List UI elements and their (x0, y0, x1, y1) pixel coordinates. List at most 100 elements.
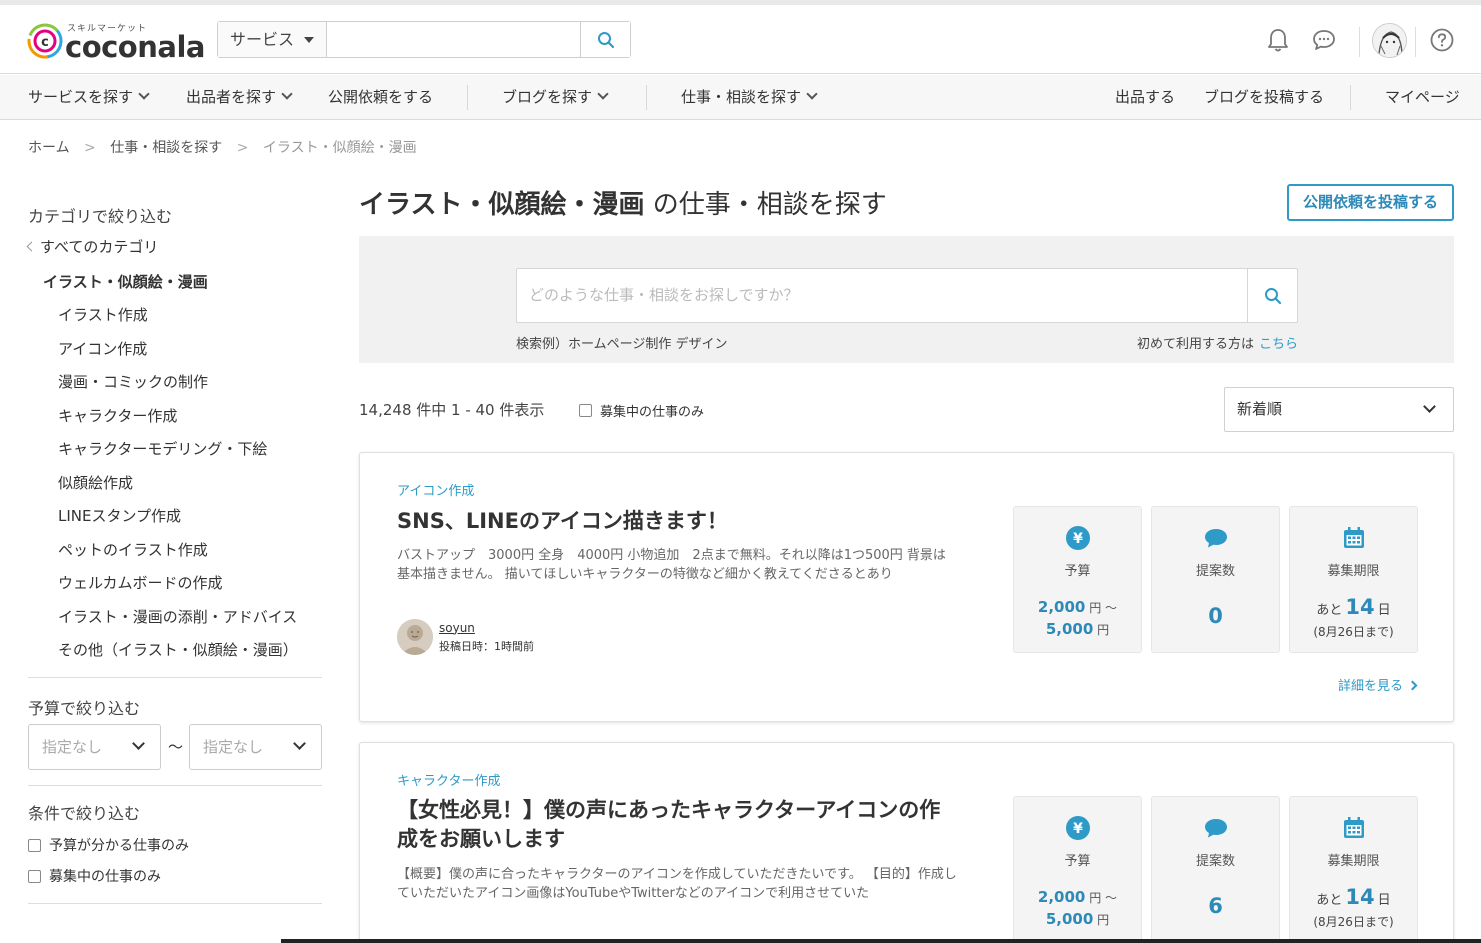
first-time-link[interactable]: こちら (1259, 337, 1298, 352)
job-category-link[interactable]: キャラクター作成 (397, 770, 500, 789)
subcategory-link[interactable]: ウェルカムボードの作成 (58, 572, 223, 593)
budget-max-value: 指定なし (203, 738, 264, 756)
job-search-box (516, 268, 1298, 323)
sidebar-divider (28, 785, 322, 786)
deadline-date: (8月26日まで) (1313, 625, 1394, 639)
deadline-stat: 募集期限 あと 14 日 (8月26日まで) (1289, 796, 1418, 943)
header-divider (1415, 27, 1416, 57)
job-title[interactable]: 【女性必見！】僕の声にあったキャラクターアイコンの作成をお願いします (397, 796, 957, 854)
notifications-button[interactable] (1264, 26, 1292, 54)
budget-label: 予算 (1064, 564, 1091, 579)
messages-button[interactable] (1310, 26, 1338, 54)
job-search-panel: 検索例）ホームページ制作 デザイン 初めて利用する方はこちら (359, 236, 1454, 363)
budget-range: 2,000 円 〜 5,000 円 (1014, 887, 1141, 931)
proposals-count: 0 (1208, 604, 1223, 628)
job-card[interactable]: アイコン作成 SNS、LINEのアイコン描きます！ バストアップ 3000円 全… (359, 452, 1454, 722)
subcategory-link[interactable]: その他（イラスト・似顔絵・漫画） (58, 639, 298, 660)
search-category-label: サービス (230, 30, 295, 49)
budget-stat: ¥ 予算 2,000 円 〜 5,000 円 (1013, 506, 1142, 653)
header-search-button[interactable] (580, 22, 630, 57)
view-details-link[interactable]: 詳細を見る (1338, 675, 1418, 694)
nav-mypage[interactable]: マイページ (1385, 75, 1460, 120)
subcategory-link[interactable]: 漫画・コミックの制作 (58, 371, 208, 392)
all-categories-link[interactable]: すべてのカテゴリ (26, 236, 158, 257)
header-search-input[interactable] (328, 22, 580, 57)
nav-find-blogs[interactable]: ブログを探す (502, 75, 609, 120)
poster-avatar[interactable] (397, 619, 433, 655)
budget-max-select[interactable]: 指定なし (189, 724, 322, 770)
days-left-number: 14 (1345, 595, 1375, 619)
nav-public-request[interactable]: 公開依頼をする (328, 75, 433, 120)
yen-unit: 円 (1089, 601, 1102, 615)
proposals-label: 提案数 (1195, 564, 1235, 579)
chevron-left-icon (26, 241, 37, 252)
first-time-text: 初めて利用する方は (1136, 337, 1254, 352)
chat-bubble-icon (1313, 30, 1335, 50)
search-category-select[interactable]: サービス (218, 22, 327, 57)
nav-post-blog[interactable]: ブログを投稿する (1204, 75, 1324, 120)
posted-time: 投稿日時：1時間前 (439, 639, 534, 653)
poster-name[interactable]: soyun (439, 621, 534, 635)
subcategory-link[interactable]: イラスト・漫画の添削・アドバイス (58, 606, 297, 627)
chevron-down-icon (806, 88, 818, 100)
nav-find-jobs[interactable]: 仕事・相談を探す (681, 75, 818, 120)
budget-range: 2,000 円 〜 5,000 円 (1014, 597, 1141, 641)
coconala-logo[interactable]: c スキルマーケット coconala (27, 19, 205, 64)
post-request-button[interactable]: 公開依頼を投稿する (1287, 184, 1454, 221)
days-left-prefix: あと (1316, 603, 1343, 618)
job-search-button[interactable] (1247, 269, 1297, 322)
category-filter-heading: カテゴリで絞り込む (28, 207, 173, 226)
header-divider (1359, 27, 1360, 57)
checkbox[interactable] (579, 404, 592, 417)
chevron-down-icon (293, 737, 306, 750)
proposals-stat: 提案数 6 (1151, 796, 1280, 943)
help-question-icon (1430, 28, 1454, 52)
calendar-icon (1343, 817, 1364, 838)
page-title-category: イラスト・似顔絵・漫画 (359, 190, 645, 220)
budget-label: 予算 (1064, 854, 1091, 869)
current-category[interactable]: イラスト・似顔絵・漫画 (43, 271, 208, 292)
yen-unit: 円 (1089, 891, 1102, 905)
chevron-down-icon (1423, 400, 1436, 413)
recruiting-only-filter[interactable]: 募集中の仕事のみ (28, 866, 161, 886)
subcategory-link[interactable]: アイコン作成 (58, 338, 147, 359)
budget-known-filter[interactable]: 予算が分かる仕事のみ (28, 835, 189, 855)
result-count: 14,248 件中 1 - 40 件表示 (359, 401, 545, 419)
sort-value: 新着順 (1237, 400, 1283, 418)
breadcrumb-home[interactable]: ホーム (28, 140, 70, 156)
job-category-link[interactable]: アイコン作成 (397, 480, 474, 499)
checkbox[interactable] (28, 869, 41, 883)
proposals-stat: 提案数 0 (1151, 506, 1280, 653)
taskbar-strip (281, 939, 1481, 943)
sort-select[interactable]: 新着順 (1224, 387, 1454, 432)
job-card[interactable]: キャラクター作成 【女性必見！】僕の声にあったキャラクターアイコンの作成をお願い… (359, 742, 1454, 943)
chevron-down-icon (597, 88, 609, 100)
nav-label: ブログを探す (502, 88, 593, 106)
subcategory-link[interactable]: イラスト作成 (58, 304, 148, 325)
nav-find-services[interactable]: サービスを探す (28, 75, 150, 120)
checkbox-label: 予算が分かる仕事のみ (49, 838, 189, 854)
checkbox[interactable] (28, 838, 41, 852)
subcategory-link[interactable]: ペットのイラスト作成 (58, 539, 208, 560)
chevron-down-icon (281, 88, 293, 100)
sidebar-divider (28, 677, 322, 678)
budget-min-amount: 2,000 (1037, 888, 1086, 906)
breadcrumb-find-jobs[interactable]: 仕事・相談を探す (110, 140, 222, 156)
budget-min-select[interactable]: 指定なし (28, 724, 161, 770)
budget-filter-heading: 予算で絞り込む (28, 699, 141, 718)
days-left: あと 14 日 (1290, 885, 1417, 909)
nav-sell[interactable]: 出品する (1115, 75, 1175, 120)
job-title[interactable]: SNS、LINEのアイコン描きます！ (397, 507, 957, 536)
help-button[interactable] (1428, 26, 1456, 54)
yen-icon: ¥ (1065, 816, 1090, 840)
checkbox-label: 募集中の仕事のみ (49, 869, 161, 885)
subcategory-link[interactable]: キャラクターモデリング・下絵 (58, 438, 267, 459)
recruiting-only-toggle[interactable]: 募集中の仕事のみ (579, 401, 704, 420)
job-search-input[interactable] (517, 269, 1247, 322)
user-avatar[interactable] (1372, 23, 1407, 58)
nav-find-sellers[interactable]: 出品者を探す (186, 75, 293, 120)
subcategory-link[interactable]: キャラクター作成 (58, 405, 177, 426)
subcategory-link[interactable]: 似顔絵作成 (58, 472, 133, 493)
checkbox-label: 募集中の仕事のみ (600, 405, 705, 420)
subcategory-link[interactable]: LINEスタンプ作成 (58, 505, 181, 526)
